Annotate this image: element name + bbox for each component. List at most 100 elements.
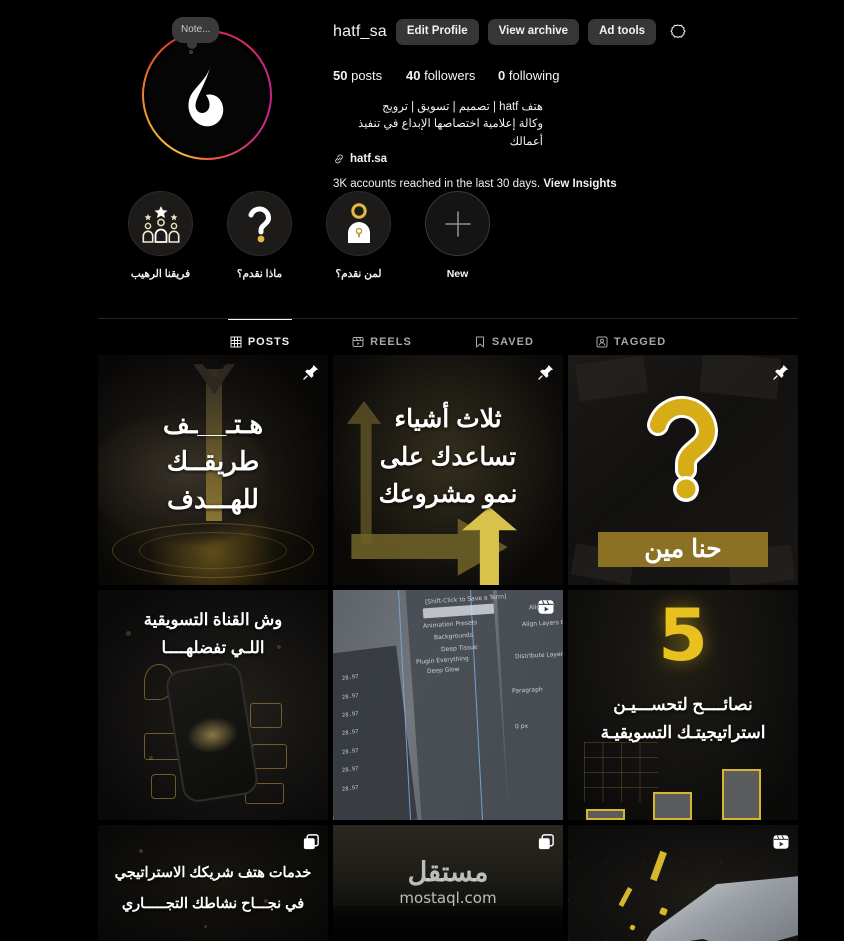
- edit-profile-button[interactable]: Edit Profile: [395, 19, 479, 45]
- stat-posts[interactable]: 50 posts: [333, 68, 406, 83]
- chart-bar-1: [586, 808, 626, 820]
- highlight-who-we-serve[interactable]: لمن نقدم؟: [326, 191, 391, 280]
- speck-c: [203, 924, 207, 928]
- post-grid: هـتـ__ـف طريقــك للهـــدف ثلاث أشياء تسا…: [98, 355, 798, 941]
- post-1-line-1: هـتـ__ـف: [162, 408, 264, 439]
- profile-header: Note... hatf_sa Edit Profile View archiv…: [0, 0, 844, 190]
- gear-icon[interactable]: [668, 22, 688, 42]
- grid-post-7-text: خدمات هتف شريكك الاستراتيجي في نجـــاح ن…: [98, 858, 328, 919]
- grid-icon: [230, 336, 242, 348]
- watermark-arabic: مستقل: [407, 857, 489, 888]
- highlight-cover-team[interactable]: [128, 191, 193, 256]
- stat-followers-label: followers: [424, 68, 476, 83]
- post-6-line-2: استراتيجيتـك التسويقيـة: [600, 723, 766, 743]
- phone-mockup: [163, 660, 260, 805]
- grid-post-7[interactable]: خدمات هتف شريكك الاستراتيجي في نجـــاح ن…: [98, 825, 328, 941]
- grid-post-6-text: نصائــــح لتحســـيـن استراتيجيتـك التسوي…: [568, 691, 798, 747]
- grid-post-2[interactable]: ثلاث أشياء تساعدك على نمو مشروعك: [333, 355, 563, 585]
- chart-bar-2: [653, 792, 693, 820]
- reel-icon: [538, 600, 554, 614]
- mostaql-watermark: مستقل mostaql.com: [399, 857, 496, 907]
- stat-following-label: following: [508, 68, 560, 83]
- banner-who-we-are: حنا مين: [597, 532, 769, 567]
- decor-camera-icon: [249, 702, 282, 728]
- ad-tools-button[interactable]: Ad tools: [588, 19, 657, 45]
- paper-1: [574, 355, 649, 402]
- speck-a: [139, 848, 144, 853]
- carousel-icon: [303, 834, 319, 850]
- stat-following-value: 0: [498, 68, 506, 83]
- decor-ring-inner: [139, 532, 287, 569]
- story-highlights: فريقنا الرهيب ماذا نقدم؟ لمن نقدم؟ New: [128, 191, 490, 280]
- grid-post-8[interactable]: مستقل mostaql.com: [333, 825, 563, 941]
- note-bubble[interactable]: Note...: [172, 17, 220, 54]
- post-4-line-1: وش القناة التسويقية: [143, 611, 283, 630]
- highlight-new[interactable]: New: [425, 191, 490, 280]
- hatf-droplet-logo-icon: [188, 64, 224, 127]
- question-mark-icon: [248, 205, 271, 242]
- highlight-cover-new[interactable]: [425, 191, 490, 256]
- carousel-icon: [538, 834, 554, 850]
- decor-ad-icon: [252, 744, 287, 770]
- bio-link-row[interactable]: hatf.sa: [333, 153, 803, 165]
- decor-gridlines: [584, 741, 658, 802]
- team-stars-icon: [142, 205, 179, 243]
- grid-post-4-text: وش القناة التسويقية اللـي تفضلهــــا: [98, 606, 328, 662]
- tab-saved-label: SAVED: [491, 335, 534, 348]
- link-icon: [335, 154, 343, 164]
- watermark-english: mostaql.com: [399, 889, 497, 908]
- grid-post-5[interactable]: [Shift-Click to Save a Term] Animation P…: [333, 590, 563, 820]
- grid-post-2-text: ثلاث أشياء تساعدك على نمو مشروعك: [333, 401, 563, 514]
- grid-post-6-number: 5: [657, 593, 709, 678]
- stat-following[interactable]: 0 following: [498, 68, 559, 83]
- reel-icon: [352, 336, 364, 347]
- highlight-cover-what-we-offer[interactable]: [227, 191, 292, 256]
- post-2-line-1: ثلاث أشياء: [394, 405, 502, 433]
- highlight-new-label: New: [446, 268, 469, 280]
- bio: هتف hatf | تصميم | تسويق | ترويج وكالة إ…: [333, 99, 543, 151]
- tab-tagged-label: TAGGED: [613, 335, 667, 348]
- stat-posts-value: 50: [333, 68, 348, 83]
- post-7-line-1: خدمات هتف شريكك الاستراتيجي: [114, 865, 312, 882]
- question-mark-graphic: [640, 385, 726, 509]
- pin-icon: [303, 364, 319, 380]
- story-ring[interactable]: [142, 30, 272, 160]
- grid-post-6[interactable]: 5 نصائــــح لتحســـيـن استراتيجيتـك التس…: [568, 590, 798, 820]
- bio-line-2: وكالة إعلامية اختصاصها الإبداع في تنفيذ …: [358, 118, 543, 148]
- grid-post-4[interactable]: وش القناة التسويقية اللـي تفضلهــــا: [98, 590, 328, 820]
- phone-screen-glow: [183, 713, 241, 758]
- profile-picture-with-story-ring[interactable]: Note...: [142, 17, 272, 160]
- stat-followers-value: 40: [406, 68, 421, 83]
- highlight-what-we-offer-label: ماذا نقدم؟: [236, 268, 283, 280]
- stat-followers[interactable]: 40 followers: [406, 68, 498, 83]
- tagged-person-icon: [596, 336, 608, 347]
- decor-photo-icon: [150, 774, 177, 800]
- bookmark-icon: [475, 336, 484, 347]
- pin-icon: [538, 364, 554, 380]
- profile-info: hatf_sa Edit Profile View archive Ad too…: [333, 18, 803, 190]
- highlight-what-we-offer[interactable]: ماذا نقدم؟: [227, 191, 292, 280]
- tab-posts-label: POSTS: [247, 336, 291, 348]
- highlight-team[interactable]: فريقنا الرهيب: [128, 191, 193, 280]
- highlight-cover-who-we-serve[interactable]: [326, 191, 391, 256]
- grid-post-3-banner-text: حنا مين: [644, 535, 722, 564]
- person-icon: [347, 202, 370, 243]
- bio-link-text[interactable]: hatf.sa: [350, 153, 387, 165]
- stats-row: 50 posts 40 followers 0 following: [333, 68, 803, 83]
- grid-post-1[interactable]: هـتـ__ـف طريقــك للهـــدف: [98, 355, 328, 585]
- avatar[interactable]: [148, 36, 266, 154]
- ae-label-px: 0 px: [514, 723, 528, 731]
- post-6-line-1: نصائــــح لتحســـيـن: [613, 695, 753, 715]
- instagram-profile-page: Note... hatf_sa Edit Profile View archiv…: [0, 0, 844, 941]
- post-7-line-2: في نجـــاح نشاطك التجـــــاري: [121, 895, 305, 912]
- post-2-line-2: تساعدك على: [379, 442, 517, 471]
- insights-text: 3K accounts reached in the last 30 days.: [333, 177, 541, 190]
- stat-posts-label: posts: [351, 68, 383, 83]
- landscape-foreground: [333, 905, 563, 941]
- post-4-line-2: اللـي تفضلهــــا: [161, 639, 265, 658]
- grid-post-3[interactable]: حنا مين: [568, 355, 798, 585]
- view-insights-link[interactable]: View Insights: [543, 178, 616, 190]
- grid-post-1-text: هـتـ__ـف طريقــك للهـــدف: [98, 406, 328, 519]
- view-archive-button[interactable]: View archive: [487, 19, 580, 45]
- grid-post-9[interactable]: [568, 825, 798, 941]
